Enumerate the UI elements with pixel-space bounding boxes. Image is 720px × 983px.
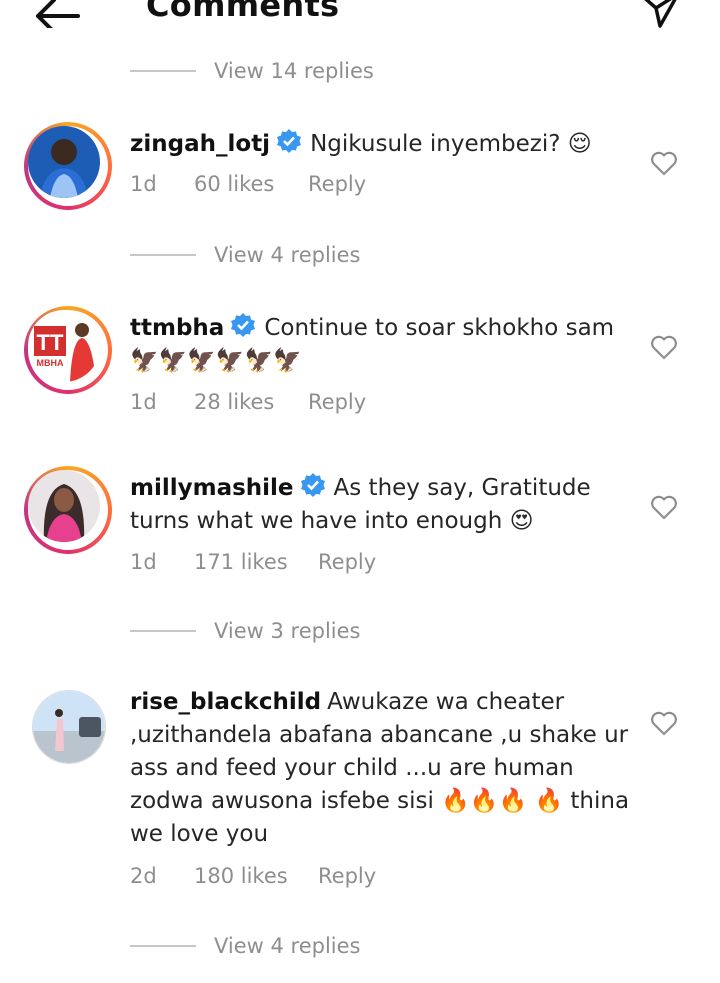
comment-meta: 2d 180 likes Reply — [130, 864, 376, 888]
verified-badge-icon — [300, 473, 325, 497]
likes-count[interactable]: 171 likes — [194, 550, 318, 574]
page-title: Comments — [146, 0, 340, 24]
comment-meta: 1d 60 likes Reply — [130, 172, 366, 196]
likes-count[interactable]: 60 likes — [194, 172, 308, 196]
verified-badge-icon — [231, 313, 256, 337]
username[interactable]: zingah_lotj — [130, 131, 270, 157]
view-replies-label: View 4 replies — [214, 934, 361, 958]
svg-text:MBHA: MBHA — [37, 358, 64, 368]
username[interactable]: ttmbha — [130, 315, 224, 341]
reply-button[interactable]: Reply — [308, 390, 366, 414]
comment-age: 2d — [130, 864, 157, 888]
comment-text-block: ttmbha Continue to soar skhokho sam 🦅🦅🦅🦅🦅… — [130, 312, 630, 378]
divider-line — [130, 945, 196, 947]
svg-text:TT: TT — [37, 330, 64, 355]
comment-meta: 1d 171 likes Reply — [130, 550, 376, 574]
avatar[interactable]: TT MBHA — [24, 306, 112, 394]
reply-button[interactable]: Reply — [318, 864, 376, 888]
divider-line — [130, 254, 196, 256]
verified-badge-icon — [277, 129, 302, 153]
comment-body: Ngikusule inyembezi? 😌 — [310, 131, 592, 157]
view-replies-3[interactable]: View 3 replies — [130, 616, 361, 646]
view-replies-label: View 3 replies — [214, 619, 361, 643]
likes-count[interactable]: 180 likes — [194, 864, 318, 888]
heart-outline-icon[interactable] — [650, 710, 678, 736]
view-replies-4[interactable]: View 4 replies — [130, 931, 361, 961]
view-replies-label: View 4 replies — [214, 243, 361, 267]
comment-text-block: zingah_lotj Ngikusule inyembezi? 😌 — [130, 128, 630, 161]
reply-button[interactable]: Reply — [318, 550, 376, 574]
avatar-photo — [28, 126, 100, 198]
heart-outline-icon[interactable] — [650, 150, 678, 176]
view-replies-top[interactable]: View 14 replies — [130, 56, 374, 86]
comment-meta: 1d 28 likes Reply — [130, 390, 366, 414]
reply-button[interactable]: Reply — [308, 172, 366, 196]
comment-text-block: rise_blackchild Awukaze wa cheater ,uzith… — [130, 686, 630, 851]
comment-text-block: millymashile As they say, Gratitude turns… — [130, 472, 630, 538]
comment-age: 1d — [130, 390, 157, 414]
divider-line — [130, 70, 196, 72]
avatar[interactable] — [24, 466, 112, 554]
comment-age: 1d — [130, 550, 157, 574]
view-replies-1[interactable]: View 4 replies — [130, 240, 361, 270]
paper-plane-icon[interactable] — [636, 0, 682, 32]
view-replies-label: View 14 replies — [214, 59, 374, 83]
heart-outline-icon[interactable] — [650, 494, 678, 520]
divider-line — [130, 630, 196, 632]
avatar-photo: TT MBHA — [28, 310, 100, 382]
back-arrow-icon[interactable] — [30, 0, 82, 28]
username[interactable]: rise_blackchild — [130, 689, 321, 715]
likes-count[interactable]: 28 likes — [194, 390, 308, 414]
avatar-photo — [33, 691, 105, 763]
avatar-photo — [28, 470, 100, 542]
avatar[interactable] — [32, 690, 106, 764]
username[interactable]: millymashile — [130, 475, 294, 501]
comment-age: 1d — [130, 172, 157, 196]
header: Comments — [0, 0, 720, 40]
avatar[interactable] — [24, 122, 112, 210]
heart-outline-icon[interactable] — [650, 334, 678, 360]
